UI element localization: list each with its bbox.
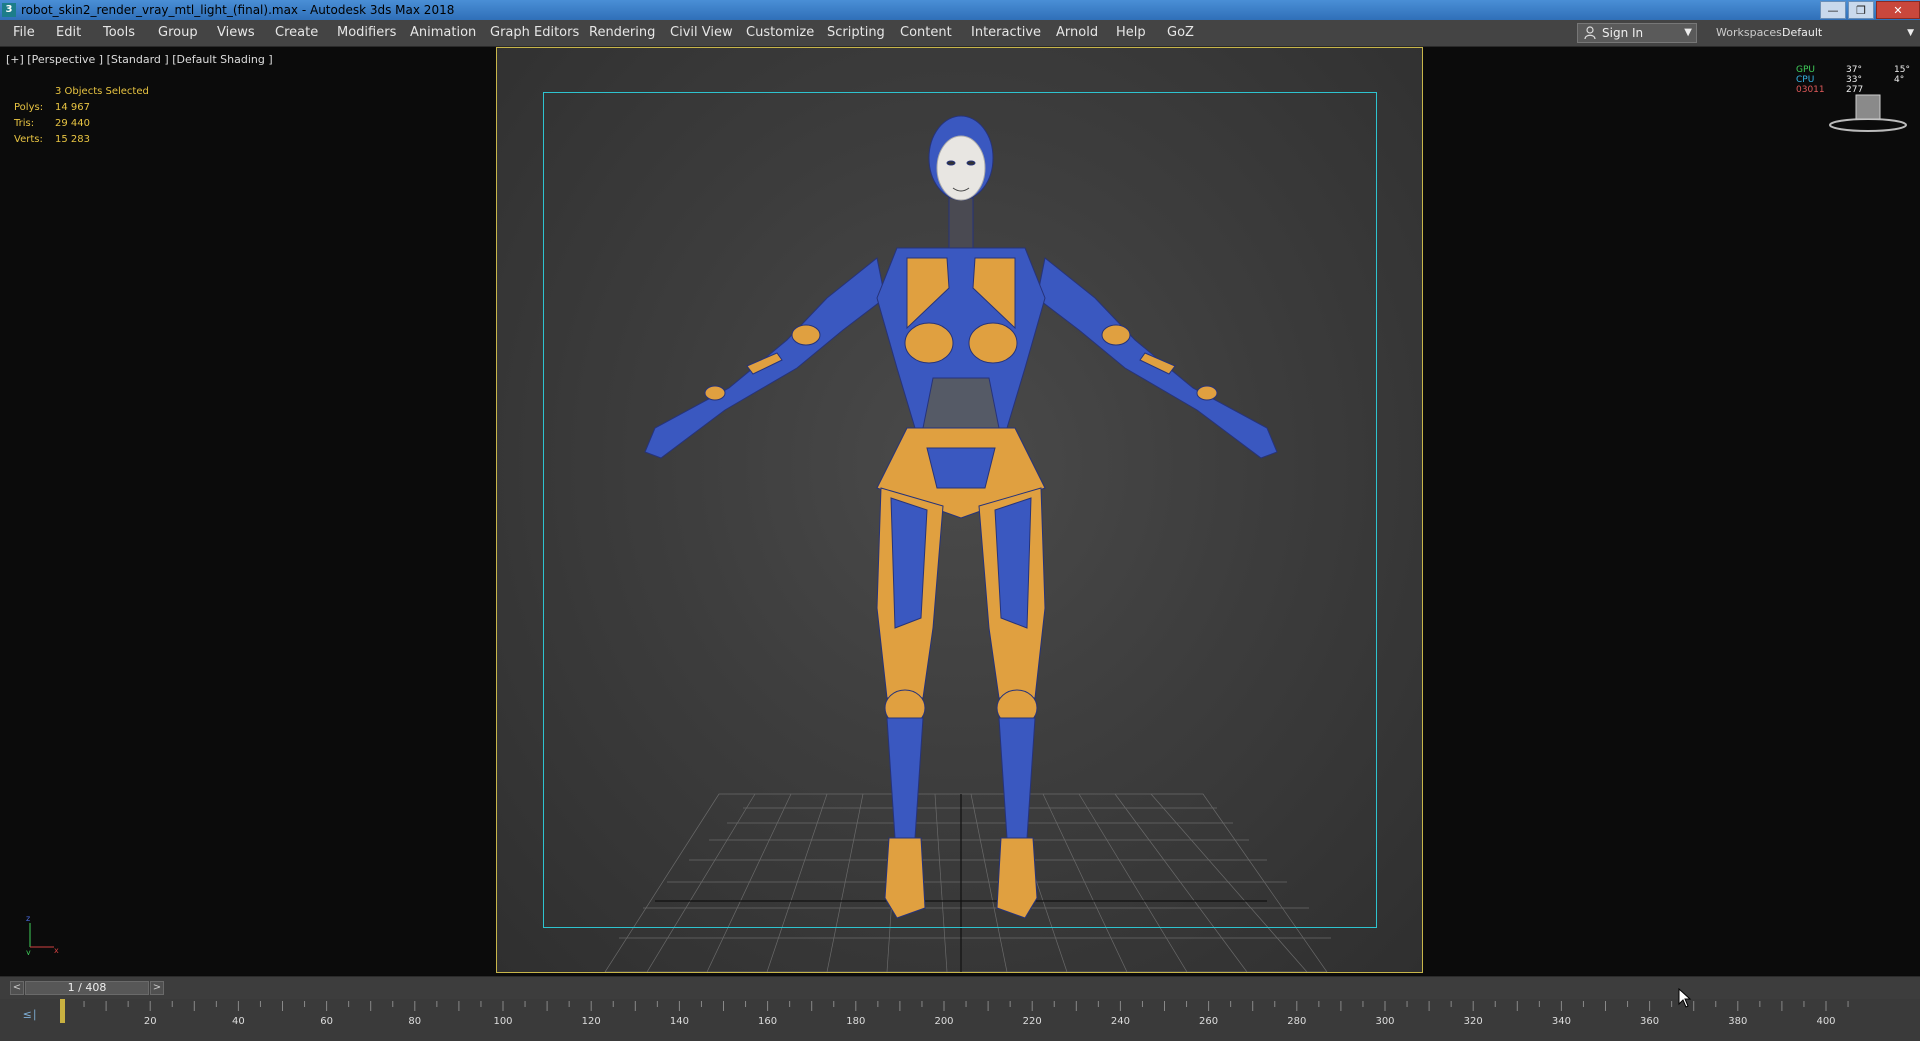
- track-tick-label: 160: [758, 1016, 777, 1027]
- stat-key: Verts:: [14, 134, 43, 145]
- fps-label: 03011: [1796, 85, 1825, 95]
- track-tick-label: 80: [408, 1016, 421, 1027]
- track-bar: ≤∣ 20 40 60 80 100 120 140 160 180 200 220 240 260 28…: [0, 999, 1920, 1041]
- close-button[interactable]: ✕: [1876, 1, 1920, 19]
- time-slider-frame[interactable]: 1 / 408: [25, 981, 149, 995]
- minimize-button[interactable]: —: [1820, 1, 1846, 19]
- chevron-down-icon: ▼: [1684, 27, 1692, 38]
- track-bar-area[interactable]: 20 40 60 80 100 120 140 160 180 200 220 240 260 280 30…: [58, 999, 1870, 1041]
- viewcube-icon[interactable]: [1826, 87, 1910, 137]
- track-tick-label: 320: [1464, 1016, 1483, 1027]
- stat-key: Polys:: [14, 102, 44, 113]
- menu-file[interactable]: File: [13, 20, 35, 46]
- cpu-label: CPU: [1796, 75, 1815, 85]
- hud-extra-2: 4°: [1894, 75, 1905, 85]
- current-frame-marker[interactable]: [60, 999, 65, 1023]
- track-tick-label: 140: [670, 1016, 689, 1027]
- time-slider-bar: < 1 / 408 >: [0, 976, 1920, 999]
- menu-goz[interactable]: GoZ: [1167, 20, 1194, 46]
- app-icon[interactable]: 3: [2, 3, 16, 17]
- viewport-statistics: 3 Objects Selected Polys: 14 967 Tris: 29 …: [14, 84, 215, 148]
- menu-views[interactable]: Views: [217, 20, 255, 46]
- stat-value: 14 967: [55, 102, 90, 113]
- menu-civil-view[interactable]: Civil View: [670, 20, 733, 46]
- track-tick-label: 300: [1375, 1016, 1394, 1027]
- track-tick-label: 400: [1816, 1016, 1835, 1027]
- window-title: robot_skin2_render_vray_mtl_light_(final…: [21, 3, 455, 17]
- axis-tripod-icon: z y x: [26, 915, 59, 955]
- track-tick-label: 100: [493, 1016, 512, 1027]
- viewport-label[interactable]: [+] [Perspective ] [Standard ] [Default …: [6, 53, 273, 66]
- menu-group[interactable]: Group: [158, 20, 198, 46]
- track-tick-label: 200: [934, 1016, 953, 1027]
- track-tick-label: 20: [144, 1016, 157, 1027]
- stat-value: 15 283: [55, 134, 90, 145]
- selection-count: 3 Objects Selected: [55, 86, 149, 97]
- time-prev-button[interactable]: <: [10, 981, 24, 995]
- menu-rendering[interactable]: Rendering: [589, 20, 655, 46]
- menu-create[interactable]: Create: [275, 20, 318, 46]
- chevron-down-icon: ▼: [1907, 28, 1914, 38]
- gpu-temp: 37°: [1846, 65, 1862, 75]
- menu-customize[interactable]: Customize: [746, 20, 814, 46]
- perspective-viewport[interactable]: [+] [Perspective ] [Standard ] [Default …: [0, 47, 1920, 975]
- hud-extra-1: 15°: [1894, 65, 1910, 75]
- restore-button[interactable]: ❐: [1848, 1, 1874, 19]
- track-tick-label: 360: [1640, 1016, 1659, 1027]
- workspaces-dropdown[interactable]: Default ▼: [1782, 23, 1916, 43]
- track-tick-label: 380: [1728, 1016, 1747, 1027]
- track-tick-label: 40: [232, 1016, 245, 1027]
- track-tick-label: 180: [846, 1016, 865, 1027]
- axis-x-label: x: [54, 946, 59, 955]
- track-tick-label: 260: [1199, 1016, 1218, 1027]
- workspaces-label: Workspaces:: [1716, 26, 1786, 39]
- track-tick-label: 60: [320, 1016, 333, 1027]
- sign-in-button[interactable]: Sign In ▼: [1577, 23, 1697, 43]
- track-tick-label: 280: [1287, 1016, 1306, 1027]
- menu-help[interactable]: Help: [1116, 20, 1146, 46]
- track-tick-label: 220: [1023, 1016, 1042, 1027]
- mouse-cursor-icon: [1678, 988, 1692, 1008]
- time-next-button[interactable]: >: [150, 981, 164, 995]
- axis-z-label: z: [26, 915, 30, 923]
- track-tick-label: 240: [1111, 1016, 1130, 1027]
- menu-modifiers[interactable]: Modifiers: [337, 20, 396, 46]
- render-region-frame: [543, 92, 1377, 928]
- track-tick-label: 340: [1552, 1016, 1571, 1027]
- menu-tools[interactable]: Tools: [103, 20, 135, 46]
- menu-scripting[interactable]: Scripting: [827, 20, 885, 46]
- safe-frame: [496, 47, 1423, 973]
- window-controls: — ❐ ✕: [1818, 0, 1920, 20]
- stat-value: 29 440: [55, 118, 90, 129]
- axis-y-label: y: [26, 948, 31, 955]
- cpu-temp: 33°: [1846, 75, 1862, 85]
- gpu-label: GPU: [1796, 65, 1815, 75]
- menu-arnold[interactable]: Arnold: [1056, 20, 1098, 46]
- menu-interactive[interactable]: Interactive: [971, 20, 1041, 46]
- track-tick-label: 120: [582, 1016, 601, 1027]
- curve-editor-icon[interactable]: ≤∣: [18, 1007, 42, 1023]
- sign-in-label: Sign In: [1602, 26, 1644, 40]
- menu-animation[interactable]: Animation: [410, 20, 476, 46]
- menu-content[interactable]: Content: [900, 20, 952, 46]
- menu-edit[interactable]: Edit: [56, 20, 81, 46]
- stat-key: Tris:: [14, 118, 35, 129]
- menu-graph-editors[interactable]: Graph Editors: [490, 20, 579, 46]
- title-bar: 3 robot_skin2_render_vray_mtl_light_(fin…: [0, 0, 1920, 20]
- user-icon: [1584, 26, 1596, 45]
- workspaces-value: Default: [1782, 26, 1823, 39]
